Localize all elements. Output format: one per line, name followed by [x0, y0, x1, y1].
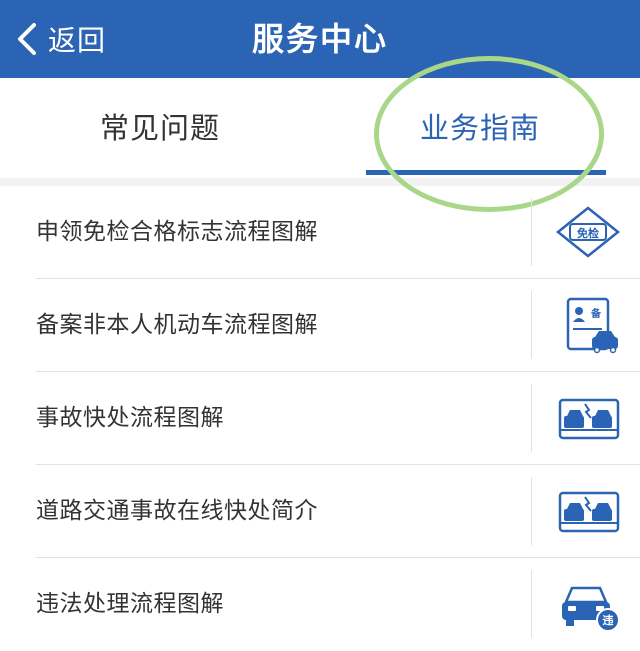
tab-bar: 常见问题 业务指南: [0, 78, 640, 178]
tab-faq[interactable]: 常见问题: [0, 78, 320, 178]
list-item[interactable]: 备案非本人机动车流程图解 备: [0, 279, 640, 372]
svg-text:违: 违: [603, 613, 614, 627]
active-tab-indicator: [366, 170, 606, 175]
car-violation-icon: 违: [552, 572, 624, 636]
list-item[interactable]: 道路交通事故在线快处简介: [0, 465, 640, 558]
list-item-label: 道路交通事故在线快处简介: [36, 498, 318, 524]
divider: [531, 477, 532, 545]
list-item-label: 备案非本人机动车流程图解: [36, 312, 318, 338]
top-bar: 返回 服务中心: [0, 0, 640, 78]
divider: [531, 198, 532, 266]
divider: [531, 570, 532, 638]
svg-text:备: 备: [590, 307, 602, 320]
list-item-label: 申领免检合格标志流程图解: [36, 219, 318, 245]
divider: [531, 291, 532, 359]
list-item-label: 违法处理流程图解: [36, 591, 224, 617]
svg-text:免检: 免检: [577, 226, 599, 240]
list-item[interactable]: 违法处理流程图解 违: [0, 558, 640, 651]
car-collision-icon: [552, 479, 624, 543]
tab-business-guide[interactable]: 业务指南: [320, 78, 640, 178]
list-item[interactable]: 事故快处流程图解: [0, 372, 640, 465]
car-collision-icon: [552, 386, 624, 450]
exemption-badge-icon: 免检: [552, 200, 624, 264]
section-divider: [0, 178, 640, 186]
divider: [531, 384, 532, 452]
list-item[interactable]: 申领免检合格标志流程图解 免检: [0, 186, 640, 279]
page-title: 服务中心: [251, 20, 388, 58]
list-item-label: 事故快处流程图解: [36, 405, 224, 431]
vehicle-registration-card-icon: 备: [552, 293, 624, 357]
